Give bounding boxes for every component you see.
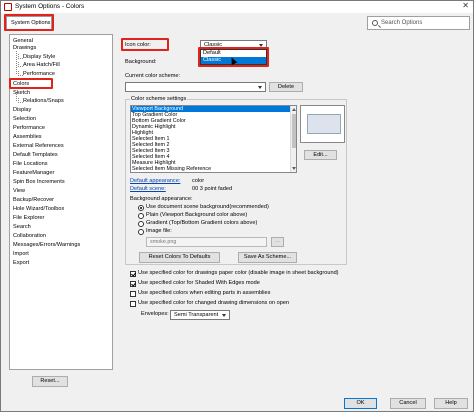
search-placeholder: Search Options — [381, 20, 423, 26]
checkbox-editing-parts[interactable] — [130, 291, 136, 297]
highlight-box-colors — [9, 78, 53, 89]
default-appearance-link[interactable]: Default appearance: — [130, 178, 180, 185]
list-scrollbar[interactable] — [290, 106, 296, 172]
tree-item-messages[interactable]: Messages/Errors/Warnings — [13, 242, 80, 249]
tree-item-selection[interactable]: Selection — [13, 116, 36, 123]
tree-item-file-locations[interactable]: File Locations — [13, 161, 48, 168]
radio-gradient-label: Gradient (Top/Bottom Gradient colors abo… — [146, 220, 258, 226]
radio-image-file-label: Image file: — [146, 228, 172, 234]
default-appearance-value: color — [192, 178, 205, 184]
search-icon — [372, 20, 378, 26]
save-as-scheme-button[interactable]: Save As Scheme... — [238, 252, 297, 263]
color-settings-list[interactable]: Viewport Background Top Gradient Color B… — [130, 105, 297, 173]
default-scene-link[interactable]: Default scene: — [130, 186, 166, 193]
tree-item-drawings[interactable]: Drawings — [13, 45, 36, 52]
search-input[interactable]: Search Options — [367, 16, 470, 30]
tree-item-general[interactable]: General — [13, 38, 33, 45]
background-appearance-label: Background appearance: — [130, 196, 193, 202]
browse-button[interactable]: ... — [271, 237, 284, 247]
cancel-button[interactable]: Cancel — [390, 398, 426, 409]
highlight-box-icon-color — [121, 38, 169, 51]
radio-document-scene-label: Use document scene background(recommende… — [146, 204, 269, 210]
default-scene-value: 00 3 point faded — [192, 186, 233, 192]
scroll-up-icon[interactable] — [292, 108, 296, 111]
image-file-value: smoke.png — [150, 239, 177, 245]
help-button[interactable]: Help — [434, 398, 468, 409]
close-icon[interactable]: ✕ — [462, 1, 469, 10]
envelopes-label: Envelopes: — [141, 311, 169, 317]
checkbox-changed-dimensions[interactable] — [130, 301, 136, 307]
checkbox-shaded-edges-label: Use specified color for Shaded With Edge… — [138, 280, 260, 286]
color-scheme-select[interactable] — [125, 82, 266, 92]
tree-item-relations-snaps[interactable]: Relations/Snaps — [18, 98, 64, 105]
highlight-box-tab — [4, 14, 54, 31]
edit-button[interactable]: Edit... — [304, 150, 337, 160]
checkbox-editing-parts-label: Use specified colors when editing parts … — [138, 290, 271, 296]
checkbox-drawings-paper-color[interactable] — [130, 271, 136, 277]
window-title: System Options - Colors — [15, 3, 85, 10]
color-preview-swatch — [300, 105, 345, 143]
envelopes-value: Semi Transparent — [174, 312, 219, 318]
tree-item-spin-box-increments[interactable]: Spin Box Increments — [13, 179, 65, 186]
tree-item-assemblies[interactable]: Assemblies — [13, 134, 42, 141]
checkbox-shaded-edges[interactable] — [130, 281, 136, 287]
tree-connector — [16, 51, 17, 74]
tree-item-search[interactable]: Search — [13, 224, 31, 231]
tree-item-export[interactable]: Export — [13, 260, 29, 267]
ok-button[interactable]: OK — [344, 398, 377, 409]
tree-item-file-explorer[interactable]: File Explorer — [13, 215, 44, 222]
tree-item-area-hatch[interactable]: Area Hatch/Fill — [18, 62, 60, 69]
radio-document-scene[interactable] — [138, 205, 144, 211]
radio-plain[interactable] — [138, 213, 144, 219]
tree-item-external-references[interactable]: External References — [13, 143, 64, 150]
tree-item-view[interactable]: View — [13, 188, 25, 195]
chevron-down-icon — [222, 314, 226, 317]
system-options-window: System Options - Colors ✕ System Options… — [0, 0, 474, 412]
delete-button[interactable]: Delete — [269, 82, 303, 92]
radio-plain-label: Plain (Viewport Background color above) — [146, 212, 248, 218]
radio-gradient[interactable] — [138, 221, 144, 227]
radio-image-file[interactable] — [138, 229, 144, 235]
chevron-down-icon — [258, 86, 262, 89]
image-file-input[interactable]: smoke.png — [146, 237, 267, 247]
tree-item-display[interactable]: Display — [13, 107, 31, 114]
checkbox-drawings-paper-color-label: Use specified color for drawings paper c… — [138, 270, 339, 276]
color-scheme-label: Current color scheme: — [125, 73, 181, 79]
checkbox-changed-dimensions-label: Use specified color for changed drawing … — [138, 300, 290, 306]
reset-colors-defaults-button[interactable]: Reset Colors To Defaults — [139, 252, 220, 263]
tree-item-collaboration[interactable]: Collaboration — [13, 233, 46, 240]
title-bar: System Options - Colors ✕ — [1, 1, 473, 13]
reset-button[interactable]: Reset... — [32, 376, 68, 387]
tree-item-backup-recover[interactable]: Backup/Recover — [13, 197, 54, 204]
tree-item-featuremanager[interactable]: FeatureManager — [13, 170, 54, 177]
scroll-thumb[interactable] — [292, 114, 296, 148]
app-icon — [4, 3, 12, 11]
color-preview-inner — [307, 114, 341, 134]
tree-item-performance[interactable]: Performance — [13, 125, 45, 132]
tree-item-display-style[interactable]: Display Style — [17, 54, 55, 61]
scroll-down-icon[interactable] — [292, 167, 296, 170]
envelopes-select[interactable]: Semi Transparent — [170, 310, 230, 320]
tree-item-default-templates[interactable]: Default Templates — [13, 152, 58, 159]
background-label: Background: — [125, 59, 157, 65]
tree-item-sketch[interactable]: Sketch — [13, 90, 30, 97]
tree-item-import[interactable]: Import — [13, 251, 29, 258]
color-scheme-settings-label: Color scheme settings — [130, 96, 188, 103]
tree-item-drawings-performance[interactable]: Performance — [17, 71, 55, 78]
tree-item-hole-wizard[interactable]: Hole Wizard/Toolbox — [13, 206, 64, 213]
list-item[interactable]: Selected Item Missing Reference — [131, 166, 296, 172]
